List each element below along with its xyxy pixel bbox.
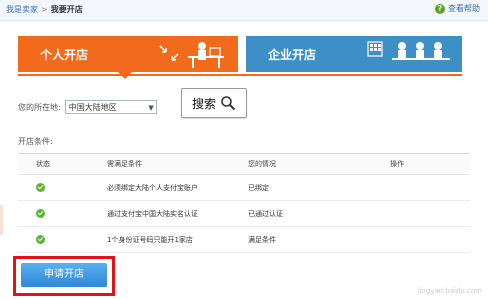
- magnifier-icon: [221, 96, 236, 111]
- check-icon: [36, 183, 45, 192]
- dropdown-arrow-icon: ▼: [148, 104, 154, 112]
- table-header-row: 状态 需满足条件 您的情况 操作: [18, 153, 470, 175]
- tab-company-label: 企业开店: [268, 48, 317, 62]
- meeting-icon: [367, 41, 450, 60]
- question-icon: ?: [435, 3, 445, 14]
- breadcrumb: 我是卖家 > 我要开店: [6, 4, 83, 15]
- table-row: 必须绑定大陆个人支付宝账户 已绑定: [18, 174, 470, 201]
- requirement-cell: 必须绑定大陆个人支付宝账户: [89, 174, 248, 201]
- tab-personal-label: 个人开店: [40, 48, 89, 62]
- check-icon: [36, 209, 45, 218]
- table-row: 1个身份证号码只能开1家店 满足条件: [18, 226, 470, 253]
- action-cell: [389, 226, 470, 253]
- search-button[interactable]: 搜索: [181, 88, 247, 118]
- status-cell: [18, 174, 89, 201]
- action-cell: [389, 200, 470, 227]
- tabs-underline: [18, 74, 462, 76]
- shop-type-tabs: 个人开店 企业开店: [18, 36, 462, 79]
- header-action: 操作: [389, 153, 470, 175]
- conditions-table: 状态 需满足条件 您的情况 操作 必须绑定大陆个人支付宝账户 已绑定 通过支付宝…: [18, 153, 470, 253]
- location-label: 您的所在地:: [18, 102, 61, 112]
- top-bar: 我是卖家 > 我要开店 ? 查看帮助: [0, 0, 488, 21]
- yours-cell: 已绑定: [248, 174, 389, 201]
- yours-cell: 满足条件: [248, 226, 389, 253]
- breadcrumb-home-link[interactable]: 我是卖家: [6, 4, 38, 15]
- highlight-box: 申请开店: [13, 256, 115, 296]
- help-link[interactable]: ? 查看帮助: [435, 3, 480, 14]
- requirement-cell: 通过支付宝中国大陆实名认证: [89, 200, 248, 227]
- help-label: 查看帮助: [448, 4, 480, 13]
- status-cell: [18, 226, 89, 253]
- yours-cell: 已通过认证: [248, 200, 389, 227]
- location-row: 您的所在地: 中国大陆地区 ▼: [18, 100, 157, 114]
- side-decoration: [0, 205, 3, 235]
- header-requirement: 需满足条件: [89, 153, 248, 175]
- location-select[interactable]: 中国大陆地区 ▼: [64, 100, 157, 114]
- header-yours: 您的情况: [248, 153, 389, 175]
- table-row: 通过支付宝中国大陆实名认证 已通过认证: [18, 200, 470, 227]
- watermark: jingyan.baidu.com: [417, 287, 482, 295]
- person-desk-icon: [159, 42, 224, 68]
- header-status: 状态: [18, 153, 89, 175]
- tab-company-shop[interactable]: 企业开店: [246, 36, 462, 72]
- apply-shop-button[interactable]: 申请开店: [21, 263, 107, 287]
- conditions-title: 开店条件:: [18, 137, 53, 146]
- action-cell: [389, 174, 470, 201]
- search-label: 搜索: [191, 96, 216, 111]
- tab-personal-shop[interactable]: 个人开店: [18, 36, 238, 72]
- requirement-cell: 1个身份证号码只能开1家店: [89, 226, 248, 253]
- breadcrumb-separator: >: [41, 5, 48, 14]
- status-cell: [18, 200, 89, 227]
- location-value: 中国大陆地区: [68, 103, 117, 112]
- check-icon: [36, 235, 45, 244]
- breadcrumb-current: 我要开店: [50, 5, 83, 14]
